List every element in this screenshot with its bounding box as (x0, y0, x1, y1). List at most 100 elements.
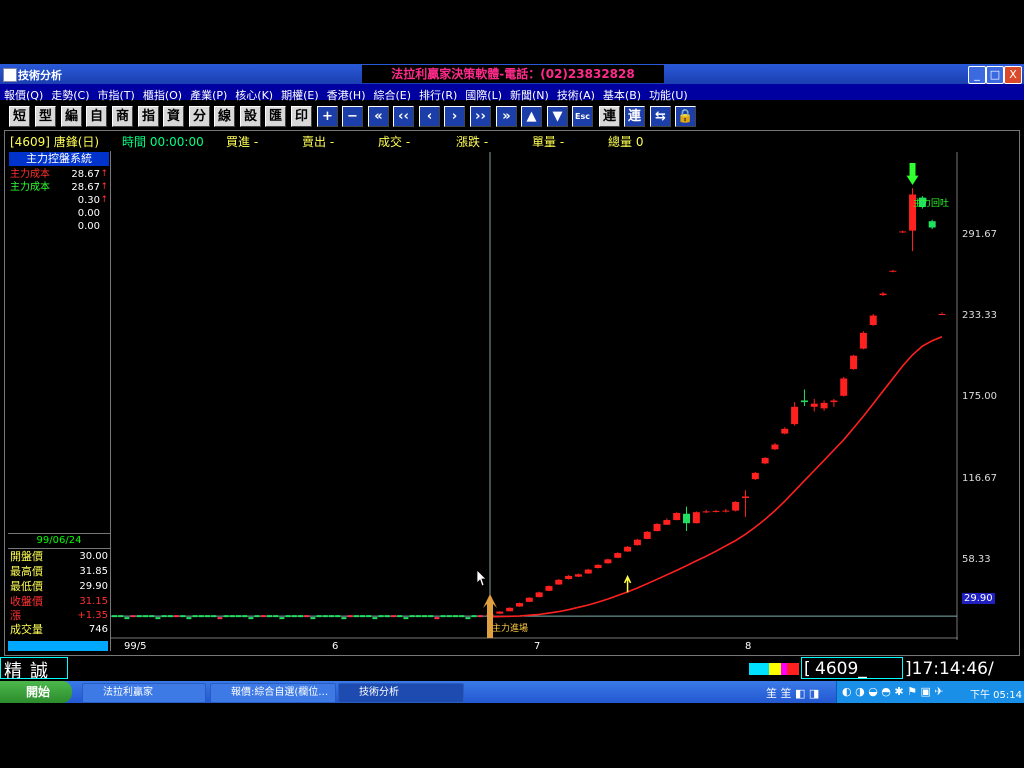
tool-custom-button[interactable]: 自 (86, 106, 107, 127)
candle-body (889, 270, 897, 272)
pre-entry-mark (242, 615, 248, 618)
price-row-close: 收盤價 31.15 (10, 595, 108, 608)
pre-entry-mark (205, 615, 210, 618)
tool-indicator-button[interactable]: 指 (138, 106, 159, 127)
x-tick-label: 99/5 (124, 641, 147, 652)
pre-entry-mark (403, 617, 409, 620)
pre-entry-mark (341, 617, 347, 620)
pre-entry-mark (236, 615, 241, 618)
x-tick-label: 6 (332, 641, 339, 652)
pre-entry-mark (161, 615, 167, 618)
stock-code-name: [4609] 唐鋒(日) (10, 135, 100, 149)
pre-entry-mark (446, 615, 452, 618)
status-color-block (787, 663, 799, 675)
pre-entry-mark (143, 615, 148, 618)
candle-body (506, 607, 514, 612)
candle-body (800, 400, 808, 403)
scroll-up-icon[interactable]: ▲ (521, 106, 542, 127)
next-page-icon[interactable]: ›› (470, 106, 491, 127)
candle-body (643, 531, 651, 539)
candlestick-chart[interactable] (110, 152, 958, 640)
pre-entry-mark (440, 615, 446, 618)
panel-header: 主力控盤系統 (9, 152, 109, 166)
tool-print-button[interactable]: 印 (291, 106, 312, 127)
pre-entry-mark (360, 615, 365, 618)
link-button-1[interactable]: 連 (599, 106, 620, 127)
candle-body (781, 428, 789, 434)
task-technical-analysis[interactable]: 技術分析 (338, 683, 464, 703)
candle-body (840, 378, 848, 396)
quote-buy: 買進 - (226, 135, 259, 149)
panel-row: 0.00 (77, 208, 100, 219)
minimize-button[interactable]: _ (968, 66, 986, 84)
close-button[interactable]: X (1004, 66, 1022, 84)
switch-window-icon[interactable]: ⇆ (650, 106, 671, 127)
candle-body (830, 400, 838, 403)
pre-entry-mark (118, 615, 124, 618)
first-page-icon[interactable]: « (368, 106, 389, 127)
candle-body (722, 510, 730, 512)
candle-body (928, 221, 936, 228)
maximize-button[interactable]: □ (986, 66, 1004, 84)
pre-entry-mark (198, 615, 204, 618)
pre-entry-mark (229, 615, 235, 618)
taskbar-clock: 下午 05:14 (970, 690, 1022, 701)
tool-short-button[interactable]: 短 (9, 106, 30, 127)
pre-entry-mark (353, 615, 359, 618)
stock-code-input[interactable]: 4609_ (815, 659, 867, 679)
pre-entry-mark (180, 615, 186, 618)
title-bar[interactable]: 技術分析 法拉利贏家決策軟體-電話：(02)23832828 _ □ X (0, 64, 1024, 84)
task-ferrari-winner[interactable]: 法拉利贏家 (82, 683, 206, 703)
status-color-block (749, 663, 769, 675)
tool-data-button[interactable]: 資 (163, 106, 184, 127)
panel-scrollbar[interactable] (8, 641, 108, 651)
ime-icon[interactable]: 䇠 䇠 ◧ ◨ (766, 685, 819, 701)
tool-line-button[interactable]: 線 (214, 106, 235, 127)
y-tick-label: 58.33 (962, 554, 991, 565)
toolbar: 短 型 編 自 商 指 資 分 線 設 匯 印 + − « ‹‹ ‹ › ›› … (0, 101, 1024, 129)
candle-body (692, 512, 700, 524)
pre-entry-mark (112, 615, 117, 618)
prev-page-icon[interactable]: ‹‹ (393, 106, 414, 127)
pre-entry-mark (304, 615, 310, 618)
panel-row: 主力成本 28.67 ↑ (10, 182, 108, 193)
tool-minute-button[interactable]: 分 (189, 106, 210, 127)
price-row-change: 漲 +1.35 (10, 609, 108, 622)
pre-entry-mark (335, 615, 341, 618)
pre-entry-mark (428, 615, 434, 618)
pre-entry-mark (273, 615, 279, 618)
pre-entry-mark (422, 615, 427, 618)
escape-icon[interactable]: Esc (572, 106, 593, 127)
pre-entry-mark (186, 617, 192, 620)
tool-edit-button[interactable]: 編 (61, 106, 82, 127)
next-icon[interactable]: › (444, 106, 465, 127)
tool-commodity-button[interactable]: 商 (112, 106, 133, 127)
pre-entry-mark (167, 615, 173, 618)
tray-icons[interactable]: ◐ ◑ ◒ ◓ ✱ ⚑ ▣ ✈ (842, 685, 944, 698)
tool-export-button[interactable]: 匯 (265, 106, 286, 127)
prev-icon[interactable]: ‹ (419, 106, 440, 127)
y-tick-label: 291.67 (962, 229, 997, 240)
last-page-icon[interactable]: » (496, 106, 517, 127)
start-button[interactable]: 開始 (0, 681, 72, 703)
candle-body (938, 314, 946, 315)
lock-icon[interactable]: 🔒 (675, 106, 696, 127)
pre-entry-mark (155, 617, 161, 620)
stock-code-bracket: [ (804, 659, 811, 679)
pre-entry-mark (192, 615, 198, 618)
link-button-2[interactable]: 連 (624, 106, 645, 127)
y-tick-label: 116.67 (962, 473, 997, 484)
zoom-out-icon[interactable]: − (342, 106, 363, 127)
task-quote-watchlist[interactable]: 報價:綜合自選(欄位… (210, 683, 336, 703)
candle-body (525, 597, 533, 602)
scroll-down-icon[interactable]: ▼ (547, 106, 568, 127)
tool-pattern-button[interactable]: 型 (35, 106, 56, 127)
candle-body (663, 520, 671, 525)
candle-body (702, 511, 710, 513)
candle-body (712, 510, 720, 512)
pre-entry-mark (174, 615, 179, 618)
pre-entry-mark (366, 615, 372, 618)
zoom-in-icon[interactable]: + (317, 106, 338, 127)
tool-settings-button[interactable]: 設 (240, 106, 261, 127)
selected-date: 99/06/24 (8, 533, 110, 549)
